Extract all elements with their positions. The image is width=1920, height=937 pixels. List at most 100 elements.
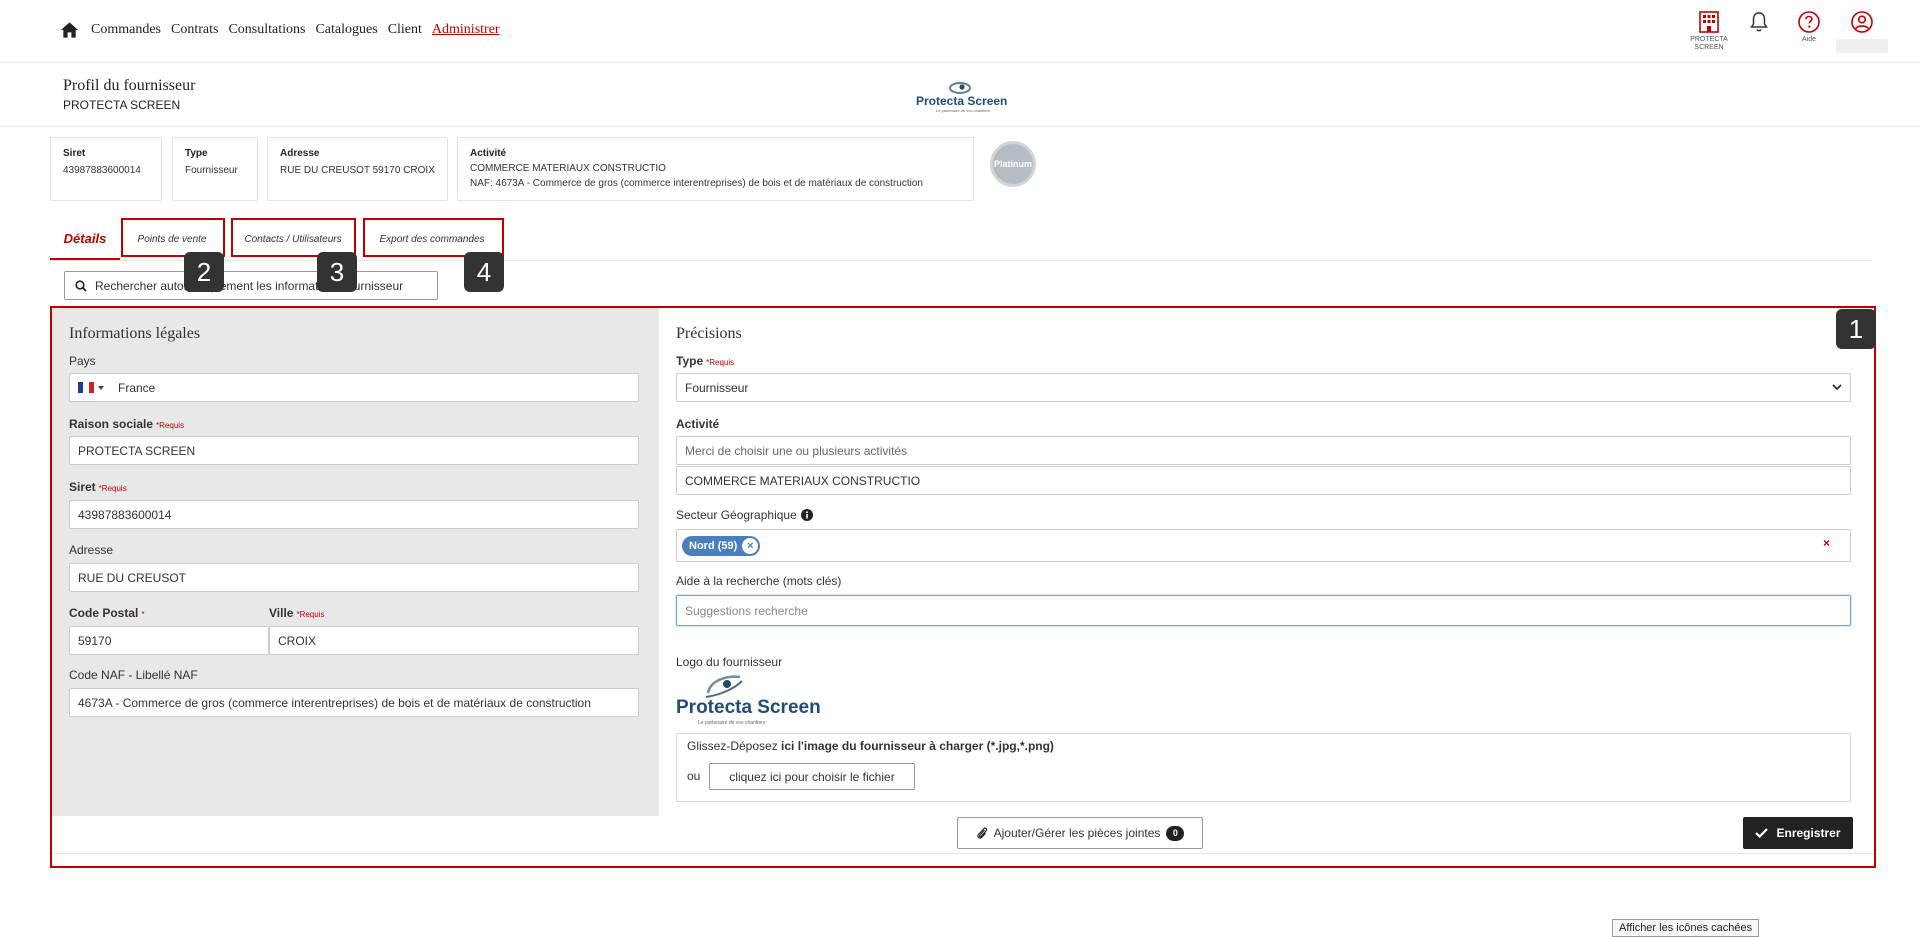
secteur-chip-label: Nord (59) xyxy=(689,539,738,552)
check-icon xyxy=(1755,828,1769,838)
marker-4: 4 xyxy=(464,252,504,292)
raison-sociale-label-text: Raison sociale xyxy=(69,417,154,431)
siret-field[interactable]: 43987883600014 xyxy=(69,500,639,529)
card-type-label: Type xyxy=(185,148,208,159)
siret-value: 43987883600014 xyxy=(78,507,172,522)
naf-field[interactable]: 4673A - Commerce de gros (commerce inter… xyxy=(69,688,639,717)
notifications-button[interactable] xyxy=(1734,10,1784,53)
supplier-logo-header: Protecta Screen Le partenaire de vos cha… xyxy=(914,79,1010,115)
dropzone-or: ou xyxy=(687,769,701,783)
nav-client[interactable]: Client xyxy=(388,22,422,38)
activite-selected[interactable]: COMMERCE MATERIAUX CONSTRUCTIO xyxy=(676,466,1851,495)
activite-label: Activité xyxy=(676,417,720,431)
info-icon[interactable] xyxy=(800,509,813,521)
naf-label: Code NAF - Libellé NAF xyxy=(69,668,198,682)
pays-field[interactable]: France xyxy=(69,373,639,402)
france-flag-icon xyxy=(78,382,94,393)
logo-tagline: Le partenaire de vos chantiers xyxy=(698,720,766,726)
siret-label: Siret *Requis xyxy=(69,480,127,494)
nav-catalogues[interactable]: Catalogues xyxy=(315,22,377,38)
secteur-multiselect[interactable]: Nord (59) × × xyxy=(676,529,1851,562)
building-icon xyxy=(1699,11,1719,33)
aide-placeholder: Suggestions recherche xyxy=(685,603,808,618)
card-address-label: Adresse xyxy=(280,148,320,159)
siret-required-mark: *Requis xyxy=(98,484,127,493)
nav-commandes[interactable]: Commandes xyxy=(91,22,161,38)
card-activity-label: Activité xyxy=(470,148,507,159)
aide-keywords-input[interactable]: Suggestions recherche xyxy=(676,595,1851,626)
top-icons: PROTECTA SCREEN Aide xyxy=(1684,10,1890,53)
bell-icon xyxy=(1750,12,1768,32)
pays-label: Pays xyxy=(69,354,96,368)
nav-administrer[interactable]: Administrer xyxy=(432,22,500,38)
logo-dropzone[interactable]: Glissez-Déposez ici l'image du fournisse… xyxy=(676,733,1851,802)
precisions-section-title: Précisions xyxy=(676,325,742,342)
type-select[interactable]: Fournisseur xyxy=(676,373,1851,402)
nav-contrats[interactable]: Contrats xyxy=(171,22,218,38)
tab-details[interactable]: Détails xyxy=(50,218,120,260)
ville-label: Ville *Requis xyxy=(269,606,324,620)
platinum-badge: Platinum xyxy=(990,141,1036,187)
chevron-down-icon xyxy=(1832,384,1842,391)
page-title: Profil du fournisseur xyxy=(63,77,196,94)
help-button[interactable]: Aide xyxy=(1784,10,1834,53)
footer-divider xyxy=(52,853,1874,854)
attachments-button[interactable]: Ajouter/Gérer les pièces jointes 0 xyxy=(957,817,1203,849)
secteur-chip-nord: Nord (59) × xyxy=(682,535,761,556)
user-menu[interactable] xyxy=(1834,10,1890,53)
naf-value: 4673A - Commerce de gros (commerce inter… xyxy=(78,695,591,710)
chip-remove-icon[interactable]: × xyxy=(742,537,759,554)
activite-search-input[interactable]: Merci de choisir une ou plusieurs activi… xyxy=(676,436,1851,465)
ville-field[interactable]: CROIX xyxy=(269,626,639,655)
clear-all-icon[interactable]: × xyxy=(1823,536,1830,550)
secteur-label-text: Secteur Géographique xyxy=(676,508,797,522)
top-navbar: Commandes Contrats Consultations Catalog… xyxy=(0,0,1920,63)
header-logo-text: Protecta Screen xyxy=(916,94,1008,108)
code-postal-label: Code Postal * xyxy=(69,606,144,620)
adresse-field[interactable]: RUE DU CREUSOT xyxy=(69,563,639,592)
hidden-icons-tooltip: Afficher les icônes cachées xyxy=(1612,919,1760,937)
adresse-label: Adresse xyxy=(69,543,114,557)
page-header: Profil du fournisseur PROTECTA SCREEN Pr… xyxy=(0,63,1920,127)
type-label: Type *Requis xyxy=(676,354,734,368)
nav-consultations[interactable]: Consultations xyxy=(228,22,305,38)
paperclip-icon xyxy=(976,827,987,839)
auto-search-button[interactable]: Rechercher automatiquement les informati… xyxy=(64,271,438,300)
legal-section-title: Informations légales xyxy=(69,325,201,342)
card-type-value: Fournisseur xyxy=(185,165,238,176)
card-siret-label: Siret xyxy=(63,148,86,159)
home-icon[interactable] xyxy=(60,21,79,39)
save-button[interactable]: Enregistrer xyxy=(1743,817,1853,849)
company-menu[interactable]: PROTECTA SCREEN xyxy=(1684,10,1734,53)
raison-sociale-field[interactable]: PROTECTA SCREEN xyxy=(69,436,639,465)
dropzone-text-pre: Glissez-Déposez xyxy=(687,739,782,753)
choose-file-button[interactable]: cliquez ici pour choisir le fichier xyxy=(709,763,915,790)
user-circle-icon xyxy=(1851,11,1873,33)
activite-placeholder: Merci de choisir une ou plusieurs activi… xyxy=(685,443,908,458)
marker-1: 1 xyxy=(1836,309,1876,349)
type-required-mark: *Requis xyxy=(706,358,735,367)
header-logo-tagline: Le partenaire de vos chantiers xyxy=(936,108,990,113)
card-siret: Siret 43987883600014 xyxy=(50,137,162,201)
save-label: Enregistrer xyxy=(1776,826,1841,840)
attachments-label: Ajouter/Gérer les pièces jointes xyxy=(993,826,1161,840)
marker-2: 2 xyxy=(184,252,224,292)
ville-value: CROIX xyxy=(278,633,317,648)
caret-down-icon xyxy=(98,385,104,390)
card-type: Type Fournisseur xyxy=(172,137,258,201)
card-activity-value: COMMERCE MATERIAUX CONSTRUCTIO xyxy=(470,163,666,174)
adresse-value: RUE DU CREUSOT xyxy=(78,570,187,585)
logo-label: Logo du fournisseur xyxy=(676,655,783,669)
card-activity: Activité COMMERCE MATERIAUX CONSTRUCTIO … xyxy=(457,137,974,201)
code-postal-field[interactable]: 59170 xyxy=(69,626,269,655)
question-circle-icon xyxy=(1798,11,1820,33)
card-siret-value: 43987883600014 xyxy=(63,165,141,176)
company-label: PROTECTA SCREEN xyxy=(1690,36,1728,51)
logo-text: Protecta Screen xyxy=(676,697,821,718)
search-icon xyxy=(75,279,87,292)
main-nav: Commandes Contrats Consultations Catalog… xyxy=(60,21,510,39)
card-activity-naf: NAF: 4673A - Commerce de gros (commerce … xyxy=(470,178,923,189)
activite-value: COMMERCE MATERIAUX CONSTRUCTIO xyxy=(685,473,921,488)
help-label: Aide xyxy=(1801,36,1816,43)
user-name-placeholder xyxy=(1836,39,1888,53)
